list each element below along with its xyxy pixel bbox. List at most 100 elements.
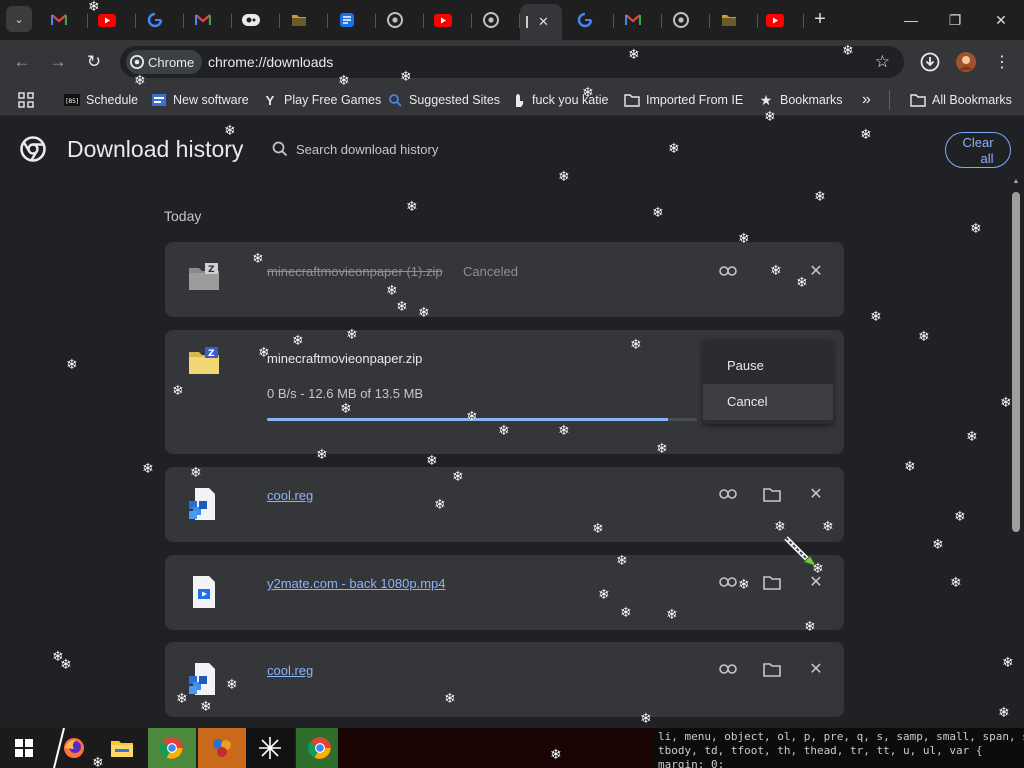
bookmark-star-icon[interactable]: ☆ (875, 52, 890, 72)
forward-button[interactable]: → (46, 50, 70, 74)
link-icon (719, 266, 737, 276)
tab-active-downloads[interactable]: ✕ (520, 4, 562, 40)
tab[interactable] (332, 6, 376, 34)
taskbar-app-spark[interactable] (246, 728, 294, 768)
download-item: Z minecraftmovieonpaper (1).zip Canceled… (165, 242, 844, 317)
terminal-preview: li, menu, object, ol, p, pre, q, s, samp… (654, 728, 1024, 768)
bookmark-schedule[interactable]: [85] Schedule (64, 90, 138, 110)
start-button[interactable] (0, 728, 48, 768)
colorful-app-icon (210, 736, 234, 760)
download-filename-link[interactable]: cool.reg (267, 488, 313, 503)
copy-link-button[interactable] (717, 658, 739, 680)
bookmark-fuck-you-katie[interactable]: fuck you katie (510, 90, 608, 110)
profile-avatar[interactable] (955, 51, 977, 73)
clear-all-button[interactable]: Clear all (945, 132, 1011, 168)
bookmarks-overflow-button[interactable]: » (862, 90, 871, 110)
pause-menu-item[interactable]: Pause (703, 348, 833, 384)
progress-bar (267, 418, 697, 421)
chevron-double-right-icon: » (862, 91, 871, 108)
remove-button[interactable]: ✕ (805, 658, 827, 680)
chrome-icon (130, 55, 144, 69)
close-window-button[interactable]: ✕ (988, 8, 1014, 32)
tab[interactable] (570, 6, 614, 34)
tab[interactable] (92, 6, 136, 34)
taskbar-app[interactable] (198, 728, 246, 768)
folder-outline-icon (624, 92, 640, 108)
site-info-chip[interactable]: Chrome (126, 50, 203, 74)
svg-text:Z: Z (208, 349, 215, 359)
tab[interactable] (666, 6, 710, 34)
bookmark-suggested-sites[interactable]: Suggested Sites (387, 90, 500, 110)
taskbar-chrome[interactable] (296, 728, 344, 768)
bookmark-label: Imported From IE (646, 93, 744, 107)
terminal-line: margin: 0; (658, 758, 725, 768)
download-status: Canceled (463, 264, 518, 279)
apps-button[interactable] (18, 90, 34, 110)
tab[interactable] (44, 6, 88, 34)
google-icon (576, 11, 594, 29)
spark-icon (258, 736, 282, 760)
bookmark-label: New software (173, 93, 249, 107)
close-icon: ✕ (809, 661, 823, 678)
youtube-icon (434, 11, 452, 29)
show-in-folder-button[interactable] (761, 483, 783, 505)
close-icon: ✕ (809, 486, 823, 503)
show-in-folder-button[interactable] (761, 571, 783, 593)
taskbar-firefox[interactable] (50, 728, 98, 768)
search-icon (272, 141, 288, 157)
avatar-icon (955, 51, 977, 73)
tab[interactable] (428, 6, 472, 34)
tab[interactable] (476, 6, 520, 34)
new-tab-button[interactable]: + (808, 8, 832, 32)
copy-link-button[interactable] (717, 260, 739, 282)
software-icon (151, 92, 167, 108)
address-bar[interactable]: Chrome chrome://downloads ☆ (120, 46, 904, 78)
download-filename-link[interactable]: y2mate.com - back 1080p.mp4 (267, 576, 445, 591)
copy-link-button[interactable] (717, 483, 739, 505)
scroll-up-arrow-icon[interactable]: ▲ (1012, 178, 1020, 186)
cancel-menu-item[interactable]: Cancel (703, 384, 833, 420)
registry-icon (187, 662, 221, 696)
reload-button[interactable]: ↻ (82, 50, 106, 74)
remove-button[interactable]: ✕ (805, 571, 827, 593)
chrome-icon (482, 11, 500, 29)
minimize-button[interactable]: — (898, 8, 924, 32)
tab[interactable] (188, 6, 232, 34)
tab[interactable] (714, 6, 758, 34)
tab[interactable] (760, 6, 804, 34)
bookmark-play-free-games[interactable]: Y Play Free Games (262, 90, 382, 110)
gmail-icon (50, 11, 68, 29)
circle-logo-icon (242, 11, 260, 29)
copy-link-button[interactable] (717, 571, 739, 593)
tab[interactable] (140, 6, 184, 34)
close-icon: ✕ (809, 574, 823, 591)
tab-strip: ⌄ ✕ + — ❐ ✕ (0, 0, 1024, 40)
remove-button[interactable]: ✕ (805, 260, 827, 282)
downloads-button[interactable] (919, 51, 941, 73)
close-tab-icon[interactable]: ✕ (538, 14, 549, 30)
download-filename-link[interactable]: cool.reg (267, 663, 313, 678)
taskbar-chrome-active[interactable] (148, 728, 196, 768)
all-bookmarks-button[interactable]: All Bookmarks (910, 90, 1012, 110)
scrollbar-thumb[interactable] (1012, 192, 1020, 532)
tab[interactable] (284, 6, 328, 34)
menu-button[interactable]: ⋮ (991, 51, 1013, 73)
tab-search-button[interactable]: ⌄ (6, 6, 32, 32)
show-in-folder-button[interactable] (761, 658, 783, 680)
tab[interactable] (236, 6, 280, 34)
bookmark-bookmarks[interactable]: ★ Bookmarks (758, 90, 843, 110)
back-button[interactable]: ← (10, 50, 34, 74)
download-item: y2mate.com - back 1080p.mp4 ✕ (165, 555, 844, 630)
tab[interactable] (618, 6, 662, 34)
search-input[interactable]: Search download history (264, 134, 942, 164)
tab[interactable] (380, 6, 424, 34)
url-text[interactable]: chrome://downloads (208, 54, 333, 70)
taskbar-file-explorer[interactable] (98, 728, 146, 768)
download-filename: minecraftmovieonpaper (1).zip (267, 264, 443, 279)
bookmark-new-software[interactable]: New software (151, 90, 249, 110)
progress-bar-fill (267, 418, 669, 421)
maximize-button[interactable]: ❐ (942, 8, 968, 32)
zip-icon: Z (187, 260, 221, 294)
remove-button[interactable]: ✕ (805, 483, 827, 505)
bookmark-imported-from-ie[interactable]: Imported From IE (624, 90, 743, 110)
